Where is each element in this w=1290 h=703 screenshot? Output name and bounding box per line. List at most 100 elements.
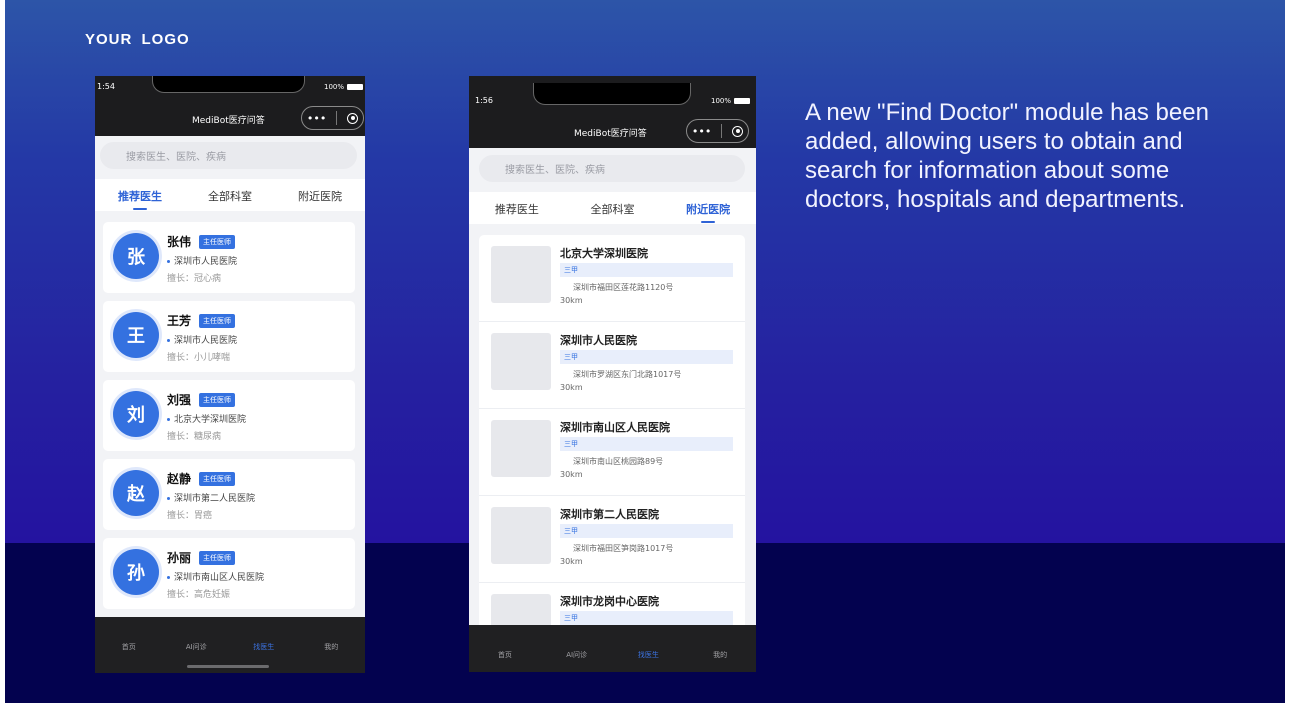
doctor-specialty: 擅长：冠心病 — [167, 274, 222, 284]
navigation-bar: 1:56 100% MediBot医疗问答 ••• — [469, 76, 756, 148]
hospital-level: 三甲 — [560, 437, 733, 451]
avatar: 刘 — [113, 391, 159, 437]
doctor-specialty: 擅长：小儿哮喘 — [167, 353, 231, 363]
doctor-card[interactable]: 孙 孙丽 主任医师 深圳市南山区人民医院 擅长：高危妊娠 — [103, 538, 355, 609]
doctor-card[interactable]: 王 王芳 主任医师 深圳市人民医院 擅长：小儿哮喘 — [103, 301, 355, 372]
battery-percent: 100% — [710, 97, 731, 105]
capsule-divider — [336, 111, 338, 125]
doctor-hospital: 深圳市第二人民医院 — [167, 491, 255, 504]
tabbar-home[interactable]: 首页 — [469, 625, 541, 672]
tab-nearby-hospitals[interactable]: 附近医院 — [275, 179, 365, 211]
hospital-card[interactable]: 深圳市第二人民医院 三甲 深圳市福田区笋岗路1017号 30km — [479, 496, 745, 583]
hospital-image — [491, 420, 551, 477]
doctor-list: 张 张伟 主任医师 深圳市人民医院 擅长：冠心病 王 王芳 主任医师 深圳市人民… — [103, 222, 355, 617]
status-time: 1:54 — [97, 82, 115, 91]
hospital-address: 深圳市罗湖区东门北路1017号 — [573, 370, 682, 379]
doctor-name: 张伟 — [167, 235, 192, 249]
search-input[interactable]: 搜索医生、医院、疾病 — [100, 142, 357, 169]
hospital-level: 三甲 — [560, 611, 733, 625]
hospital-image — [491, 246, 551, 303]
title-badge: 主任医师 — [199, 314, 235, 328]
hospital-name: 北京大学深圳医院 — [560, 247, 648, 260]
battery-icon — [347, 84, 363, 90]
hospital-level: 三甲 — [560, 263, 733, 277]
hospital-address: 深圳市南山区桃园路89号 — [573, 457, 664, 466]
doctor-name: 孙丽 — [167, 551, 192, 565]
title-badge: 主任医师 — [199, 551, 235, 565]
title-badge: 主任医师 — [199, 472, 235, 486]
tab-all-departments[interactable]: 全部科室 — [185, 179, 275, 211]
status-battery: 100% — [324, 83, 363, 91]
doctor-specialty: 擅长：高危妊娠 — [167, 590, 231, 600]
title-badge: 主任医师 — [199, 393, 235, 407]
doctor-card[interactable]: 刘 刘强 主任医师 北京大学深圳医院 擅长：糖尿病 — [103, 380, 355, 451]
hospital-distance: 30km — [560, 557, 583, 566]
hospital-level: 三甲 — [560, 350, 733, 364]
hospital-card[interactable]: 北京大学深圳医院 三甲 深圳市福田区莲花路1120号 30km — [479, 235, 745, 322]
hospital-name: 深圳市南山区人民医院 — [560, 421, 670, 434]
hospital-name: 深圳市龙岗中心医院 — [560, 595, 659, 608]
more-icon[interactable]: ••• — [692, 125, 711, 138]
doctor-card[interactable]: 张 张伟 主任医师 深圳市人民医院 擅长：冠心病 — [103, 222, 355, 293]
avatar: 赵 — [113, 470, 159, 516]
tabbar-ai-consult[interactable]: AI问诊 — [541, 625, 613, 672]
category-tabs: 推荐医生 全部科室 附近医院 — [95, 179, 365, 211]
doctor-hospital: 北京大学深圳医院 — [167, 412, 246, 425]
doctor-card[interactable]: 赵 赵静 主任医师 深圳市第二人民医院 擅长：胃癌 — [103, 459, 355, 530]
close-target-icon[interactable] — [732, 125, 744, 137]
tab-all-departments[interactable]: 全部科室 — [565, 192, 661, 224]
capsule-divider — [721, 124, 723, 138]
doctor-name: 王芳 — [167, 314, 192, 328]
tabbar-mine[interactable]: 我的 — [684, 625, 756, 672]
doctor-hospital: 深圳市南山区人民医院 — [167, 570, 264, 583]
phone-find-doctor: 1:54 100% MediBot医疗问答 ••• 搜索医生、医院、疾病 推荐医… — [95, 76, 365, 673]
status-time: 1:56 — [475, 96, 493, 105]
home-indicator — [187, 665, 269, 668]
tab-recommended-doctors[interactable]: 推荐医生 — [469, 192, 565, 224]
hospital-address: 深圳市福田区莲花路1120号 — [573, 283, 674, 292]
tabbar-find-doctor[interactable]: 找医生 — [613, 625, 685, 672]
hospital-image — [491, 507, 551, 564]
tab-nearby-hospitals[interactable]: 附近医院 — [660, 192, 756, 224]
avatar: 孙 — [113, 549, 159, 595]
doctor-specialty: 擅长：糖尿病 — [167, 432, 222, 442]
hospital-card[interactable]: 深圳市人民医院 三甲 深圳市罗湖区东门北路1017号 30km — [479, 322, 745, 409]
phone-nearby-hospitals: 1:56 100% MediBot医疗问答 ••• 搜索医生、医院、疾病 推荐医… — [469, 76, 756, 672]
battery-icon — [734, 98, 750, 104]
tabbar-mine[interactable]: 我的 — [298, 617, 366, 673]
mini-program-capsule: ••• — [301, 106, 364, 130]
category-tabs: 推荐医生 全部科室 附近医院 — [469, 192, 756, 224]
slide: YOUR LOGO A new "Find Doctor" module has… — [5, 0, 1285, 703]
hospital-distance: 30km — [560, 470, 583, 479]
doctor-name: 赵静 — [167, 472, 192, 486]
tab-recommended-doctors[interactable]: 推荐医生 — [95, 179, 185, 211]
bottom-tabbar: 首页 AI问诊 找医生 我的 — [469, 625, 756, 672]
status-battery: 100% — [711, 97, 750, 105]
phone-notch — [533, 83, 691, 105]
hospital-list: 北京大学深圳医院 三甲 深圳市福田区莲花路1120号 30km 深圳市人民医院 … — [479, 235, 745, 670]
logo: YOUR LOGO — [85, 31, 190, 48]
battery-percent: 100% — [323, 83, 344, 91]
mini-program-capsule: ••• — [686, 119, 749, 143]
feature-description: A new "Find Doctor" module has been adde… — [805, 99, 1209, 213]
hospital-level: 三甲 — [560, 524, 733, 538]
navigation-bar: 1:54 100% MediBot医疗问答 ••• — [95, 76, 365, 136]
hospital-image — [491, 333, 551, 390]
hospital-address: 深圳市福田区笋岗路1017号 — [573, 544, 674, 553]
hospital-distance: 30km — [560, 383, 583, 392]
title-badge: 主任医师 — [199, 235, 235, 249]
more-icon[interactable]: ••• — [307, 112, 326, 125]
doctor-hospital: 深圳市人民医院 — [167, 333, 237, 346]
tabbar-home[interactable]: 首页 — [95, 617, 163, 673]
doctor-specialty: 擅长：胃癌 — [167, 511, 213, 521]
doctor-hospital: 深圳市人民医院 — [167, 254, 237, 267]
search-input[interactable]: 搜索医生、医院、疾病 — [479, 155, 745, 182]
avatar: 王 — [113, 312, 159, 358]
hospital-name: 深圳市人民医院 — [560, 334, 637, 347]
page-title: MediBot医疗问答 — [192, 116, 265, 126]
close-target-icon[interactable] — [347, 112, 359, 124]
hospital-card[interactable]: 深圳市南山区人民医院 三甲 深圳市南山区桃园路89号 30km — [479, 409, 745, 496]
hospital-name: 深圳市第二人民医院 — [560, 508, 659, 521]
doctor-name: 刘强 — [167, 393, 192, 407]
avatar: 张 — [113, 233, 159, 279]
